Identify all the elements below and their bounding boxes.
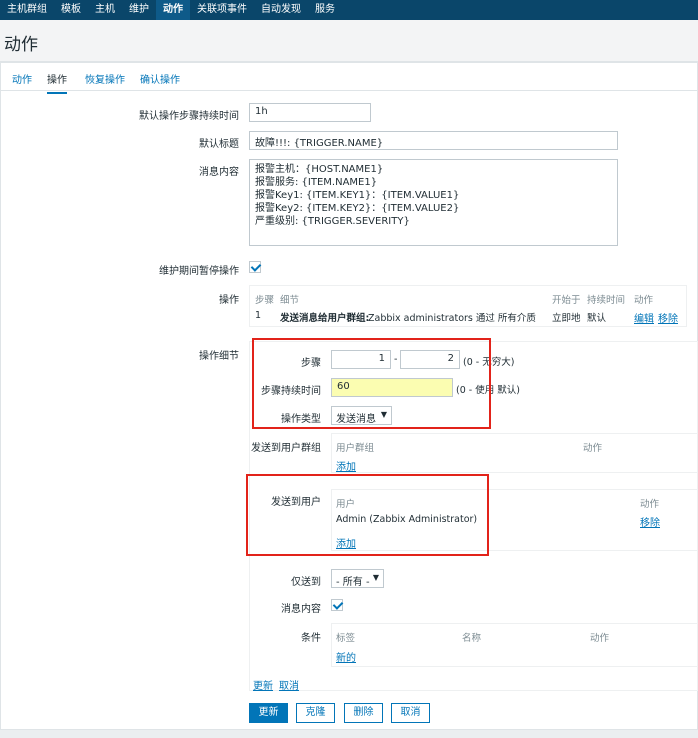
ops-remove-link[interactable]: 移除 bbox=[658, 310, 678, 325]
default-step-duration-label: 默认操作步骤持续时间 bbox=[139, 111, 239, 122]
remove-user-link[interactable]: 移除 bbox=[640, 514, 660, 529]
nav-event-correlation[interactable]: 关联项事件 bbox=[190, 0, 254, 20]
user-groups-table: 用户群组 动作 添加 bbox=[331, 433, 698, 473]
page-header: 动作 bbox=[0, 20, 698, 62]
user-group-action-header: 动作 bbox=[583, 443, 603, 454]
operations-label: 操作 bbox=[219, 295, 239, 306]
top-navigation: 主机群组 模板 主机 维护 动作 关联项事件 自动发现 服务 bbox=[0, 0, 698, 20]
cancel-button[interactable]: 取消 bbox=[391, 703, 430, 723]
operation-details-label: 操作细节 bbox=[199, 351, 239, 362]
tab-bar: 动作 操作 恢复操作 确认操作 bbox=[1, 63, 698, 94]
form-panel: 动作 操作 恢复操作 确认操作 默认操作步骤持续时间 1h 默认标题 故障!!!… bbox=[0, 62, 698, 730]
ops-row-detail-bold: 发送消息给用户群组: bbox=[280, 313, 370, 324]
cond-header-label: 标签 bbox=[336, 633, 356, 644]
tab-recovery-operations[interactable]: 恢复操作 bbox=[85, 71, 125, 86]
nav-hosts[interactable]: 主机 bbox=[88, 0, 122, 20]
nav-services[interactable]: 服务 bbox=[308, 0, 342, 20]
ops-header-duration: 持续时间 bbox=[587, 295, 626, 306]
ops-row-start: 立即地 bbox=[552, 313, 581, 324]
send-to-groups-label: 发送到用户群组 bbox=[251, 443, 321, 454]
default-subject-label: 默认标题 bbox=[199, 139, 239, 150]
clone-button[interactable]: 克隆 bbox=[296, 703, 335, 723]
cond-header-action: 动作 bbox=[590, 633, 610, 644]
default-message-textarea[interactable]: 报警主机：{HOST.NAME1} 报警服务: {ITEM.NAME1} 报警K… bbox=[249, 159, 618, 246]
operations-table: 步骤 细节 开始于 持续时间 动作 1 发送消息给用户群组: Zabbix ad… bbox=[249, 285, 687, 327]
conditions-label: 条件 bbox=[301, 633, 321, 644]
ops-header-step: 步骤 bbox=[255, 295, 275, 306]
ops-row-step: 1 bbox=[255, 310, 262, 321]
ops-header-action: 动作 bbox=[634, 295, 654, 306]
ops-row-detail: Zabbix administrators 通过 所有介质 bbox=[368, 313, 536, 324]
operation-update-link[interactable]: 更新 bbox=[253, 677, 273, 692]
default-message-label: 消息内容 bbox=[199, 167, 239, 178]
tab-action[interactable]: 动作 bbox=[12, 71, 32, 86]
message-content-checkbox[interactable] bbox=[331, 599, 343, 611]
pause-maintenance-checkbox[interactable] bbox=[249, 261, 261, 273]
send-only-to-label: 仅送到 bbox=[291, 577, 321, 588]
nav-templates[interactable]: 模板 bbox=[54, 0, 88, 20]
new-condition-link[interactable]: 新的 bbox=[336, 649, 356, 664]
ops-row-duration: 默认 bbox=[587, 313, 607, 324]
message-content-label: 消息内容 bbox=[281, 604, 321, 615]
tab-operations[interactable]: 操作 bbox=[47, 71, 67, 94]
ops-header-detail: 细节 bbox=[280, 295, 300, 306]
operation-cancel-link[interactable]: 取消 bbox=[279, 677, 299, 692]
ops-edit-link[interactable]: 编辑 bbox=[634, 310, 654, 325]
highlight-box-send-to-users bbox=[246, 474, 489, 556]
default-step-duration-input[interactable]: 1h bbox=[249, 103, 371, 122]
cond-header-name: 名称 bbox=[462, 633, 482, 644]
ops-header-start: 开始于 bbox=[552, 295, 581, 306]
tab-acknowledge-operations[interactable]: 确认操作 bbox=[140, 71, 180, 86]
nav-maintenance[interactable]: 维护 bbox=[122, 0, 156, 20]
highlight-box-step-settings bbox=[252, 338, 491, 429]
add-user-group-link[interactable]: 添加 bbox=[336, 458, 356, 473]
user-group-header: 用户群组 bbox=[336, 443, 375, 454]
nav-actions[interactable]: 动作 bbox=[156, 0, 190, 20]
nav-discovery[interactable]: 自动发现 bbox=[254, 0, 308, 20]
chevron-down-icon: ▼ bbox=[372, 573, 379, 582]
delete-button[interactable]: 删除 bbox=[344, 703, 383, 723]
conditions-table: 标签 名称 动作 新的 bbox=[331, 623, 698, 667]
nav-host-groups[interactable]: 主机群组 bbox=[0, 0, 54, 20]
pause-maintenance-label: 维护期间暂停操作 bbox=[159, 266, 239, 277]
send-only-to-value: - 所有 - bbox=[336, 577, 370, 588]
update-button[interactable]: 更新 bbox=[249, 703, 288, 723]
send-only-to-select[interactable]: - 所有 - ▼ bbox=[331, 569, 384, 588]
user-action-header: 动作 bbox=[640, 499, 660, 510]
default-subject-input[interactable]: 故障!!!: {TRIGGER.NAME} bbox=[249, 131, 618, 150]
page-title: 动作 bbox=[4, 35, 38, 55]
